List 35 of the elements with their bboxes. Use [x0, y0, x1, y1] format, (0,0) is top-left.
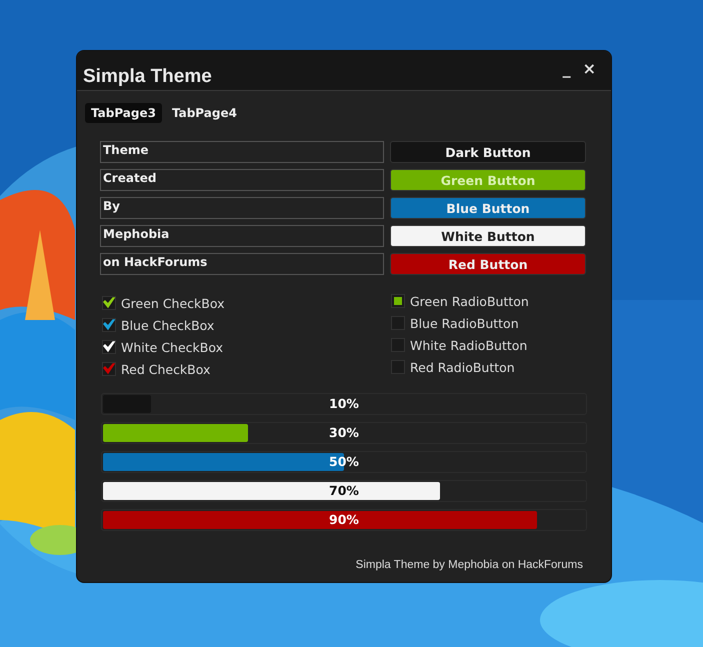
theme-button[interactable]: Blue Button: [390, 197, 586, 219]
progress-reading: 30%: [328, 425, 360, 440]
text-field[interactable]: on HackForums: [100, 253, 384, 275]
radio-button[interactable]: [391, 294, 405, 308]
theme-button[interactable]: Dark Button: [390, 141, 586, 163]
checkbox-label: Green CheckBox: [121, 296, 225, 310]
checkbox[interactable]: [102, 340, 116, 354]
radio-button[interactable]: [391, 360, 405, 374]
checkbox-label: White CheckBox: [121, 340, 224, 354]
minimize-button[interactable]: _: [560, 59, 574, 78]
progress-reading: 10%: [328, 396, 360, 411]
radio-button-label: White RadioButton: [410, 338, 528, 352]
radio-button[interactable]: [391, 316, 405, 330]
text-field[interactable]: By: [100, 197, 384, 219]
radio-button-label: Blue RadioButton: [410, 316, 519, 330]
radio-button-label: Red RadioButton: [410, 360, 515, 374]
checkbox-label: Red CheckBox: [121, 362, 210, 376]
tab[interactable]: TabPage3: [85, 103, 162, 123]
radio-button[interactable]: [391, 338, 405, 352]
theme-button[interactable]: Red Button: [390, 253, 586, 275]
tab[interactable]: TabPage4: [166, 103, 243, 123]
progress-reading: 70%: [328, 483, 360, 498]
footer-text: Simpla Theme by Mephobia on HackForums: [356, 559, 583, 571]
theme-button[interactable]: White Button: [390, 225, 586, 247]
checkbox[interactable]: [102, 318, 116, 332]
text-field[interactable]: Theme: [100, 141, 384, 163]
text-field[interactable]: Mephobia: [100, 225, 384, 247]
checkbox-label: Blue CheckBox: [121, 318, 214, 332]
window-title: Simpla Theme: [83, 66, 212, 89]
checkbox[interactable]: [102, 296, 116, 310]
progress-reading: 90%: [328, 512, 360, 527]
close-button[interactable]: ×: [580, 59, 599, 78]
radio-button-label: Green RadioButton: [410, 294, 529, 308]
text-field[interactable]: Created: [100, 169, 384, 191]
checkbox[interactable]: [102, 362, 116, 376]
